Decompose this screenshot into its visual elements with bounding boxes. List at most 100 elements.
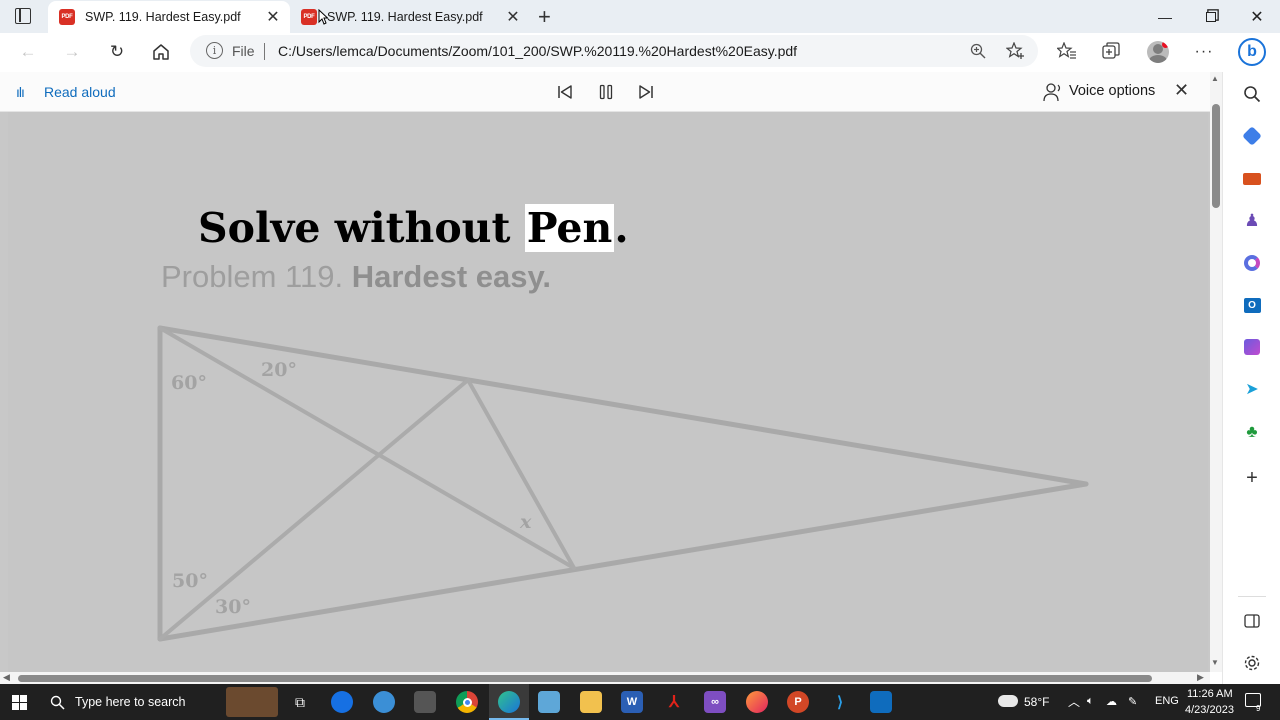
scroll-up-icon[interactable]: ▲ xyxy=(1211,74,1219,83)
vertical-scrollbar[interactable]: ▲ ▼ xyxy=(1210,72,1222,672)
zoom-icon[interactable] xyxy=(970,43,986,59)
volume-icon[interactable]: 🔈︎ xyxy=(1087,695,1094,708)
tab-strip: PDF SWP. 119. Hardest Easy.pdf ✕ PDF SWP… xyxy=(0,0,1280,33)
read-aloud-bar: ılı Read aloud Voice options ✕ xyxy=(0,72,1222,112)
angle-label-30: 30° xyxy=(215,596,251,618)
zoom-app-icon[interactable] xyxy=(331,691,353,713)
pdf-icon: PDF xyxy=(301,9,317,25)
pdf-viewport[interactable]: Solve without Pen. Problem 119. Hardest … xyxy=(0,112,1210,672)
games-icon[interactable]: ♟ xyxy=(1242,211,1262,231)
mouse-cursor-icon xyxy=(318,9,328,25)
next-paragraph-icon[interactable] xyxy=(638,84,654,100)
hide-sidebar-icon[interactable] xyxy=(1244,613,1260,629)
read-aloud-icon: ılı xyxy=(16,84,25,100)
pdf-page: Solve without Pen. Problem 119. Hardest … xyxy=(8,112,1208,672)
profile-avatar[interactable] xyxy=(1147,41,1169,63)
scroll-right-icon[interactable]: ▶ xyxy=(1197,672,1204,683)
tree-icon[interactable]: ♣ xyxy=(1242,422,1262,442)
voice-options-icon[interactable] xyxy=(1043,82,1063,102)
onedrive-icon[interactable]: ☁︎ xyxy=(1106,695,1117,708)
address-bar[interactable]: i File C:/Users/lemca/Documents/Zoom/101… xyxy=(190,35,1038,67)
angle-label-60: 60° xyxy=(171,372,207,394)
taskbar-search[interactable]: Type here to search xyxy=(42,684,218,720)
notification-count: 9 xyxy=(1256,704,1261,713)
search-icon[interactable] xyxy=(1243,85,1261,103)
restore-button[interactable] xyxy=(1188,0,1234,33)
microsoft-365-icon[interactable] xyxy=(1242,253,1262,273)
pen-icon[interactable]: ✎ xyxy=(1128,695,1137,708)
segment-inner xyxy=(466,378,576,570)
tab-title: SWP. 119. Hardest Easy.pdf xyxy=(327,10,483,24)
chrome-icon[interactable] xyxy=(456,691,478,713)
clock-date[interactable]: 4/23/2023 xyxy=(1185,704,1234,716)
bing-chat-icon[interactable]: b xyxy=(1238,38,1266,66)
scroll-left-icon[interactable]: ◀ xyxy=(3,672,10,683)
minimize-button[interactable]: — xyxy=(1142,0,1188,33)
notepad-icon[interactable] xyxy=(538,691,560,713)
whiteboard-icon[interactable] xyxy=(870,691,892,713)
scroll-thumb[interactable] xyxy=(1212,104,1220,208)
shopping-tag-icon[interactable] xyxy=(1242,126,1262,146)
vscode-icon[interactable]: ⟩ xyxy=(829,691,851,713)
forward-icon[interactable]: → xyxy=(59,39,85,65)
windows-taskbar: Type here to search ⧉ W ⅄ ∞ P ⟩ 58°F ︿ 🔈… xyxy=(0,684,1280,720)
designer-icon[interactable] xyxy=(1242,337,1262,357)
word-icon[interactable]: W xyxy=(621,691,643,713)
firefox-icon[interactable] xyxy=(746,691,768,713)
tab-active[interactable]: PDF SWP. 119. Hardest Easy.pdf ✕ xyxy=(48,1,290,33)
angle-label-20: 20° xyxy=(261,359,297,381)
edge-icon[interactable] xyxy=(498,691,520,713)
language-indicator[interactable]: ENG xyxy=(1155,695,1179,707)
snipping-tool-icon[interactable] xyxy=(414,691,436,713)
scroll-down-icon[interactable]: ▼ xyxy=(1211,658,1219,667)
more-options-icon[interactable]: ··· xyxy=(1191,39,1217,65)
read-aloud-label[interactable]: Read aloud xyxy=(44,84,116,100)
previous-paragraph-icon[interactable] xyxy=(557,84,573,100)
close-tab-icon[interactable]: ✕ xyxy=(264,8,282,26)
url-text[interactable]: C:/Users/lemca/Documents/Zoom/101_200/SW… xyxy=(278,43,797,59)
horizontal-scrollbar[interactable]: ◀ ▶ xyxy=(0,672,1210,684)
pdf-icon: PDF xyxy=(59,9,75,25)
settings-gear-icon[interactable] xyxy=(1243,654,1261,672)
acrobat-icon[interactable]: ⅄ xyxy=(663,691,685,713)
refresh-icon[interactable]: ↻ xyxy=(104,39,130,65)
divider xyxy=(1238,596,1266,597)
file-explorer-icon[interactable] xyxy=(580,691,602,713)
outlook-icon[interactable]: O xyxy=(1242,295,1262,315)
weather-icon[interactable] xyxy=(998,695,1018,707)
task-view-icon[interactable]: ⧉ xyxy=(289,691,311,713)
site-info-icon[interactable]: i xyxy=(206,42,223,59)
new-tab-button[interactable]: + xyxy=(538,4,551,30)
pause-icon[interactable] xyxy=(598,84,614,100)
segment-bottom xyxy=(157,481,1089,642)
voice-options-label[interactable]: Voice options xyxy=(1069,83,1155,99)
address-toolbar: ← → ↻ i File C:/Users/lemca/Documents/Zo… xyxy=(0,33,1280,70)
segment-top xyxy=(157,325,1089,487)
close-read-aloud-icon[interactable]: ✕ xyxy=(1174,80,1189,101)
scheme-label: File xyxy=(232,43,255,59)
geometry-diagram: 60° 20° 50° 30° x xyxy=(157,325,1089,642)
angle-label-50: 50° xyxy=(172,570,208,592)
tab-actions-icon[interactable] xyxy=(15,8,31,24)
show-hidden-icons[interactable]: ︿ xyxy=(1068,693,1080,710)
close-tab-icon[interactable]: ✕ xyxy=(504,8,522,26)
search-highlight-icon[interactable] xyxy=(226,687,278,717)
weather-temperature[interactable]: 58°F xyxy=(1024,695,1049,709)
paint-app-icon[interactable] xyxy=(373,691,395,713)
search-icon xyxy=(50,695,65,710)
close-window-button[interactable]: ✕ xyxy=(1234,0,1280,33)
windows-start-icon[interactable] xyxy=(12,695,27,710)
tools-icon[interactable] xyxy=(1242,169,1262,189)
add-icon[interactable]: + xyxy=(1242,467,1262,489)
home-icon[interactable] xyxy=(152,43,170,61)
clock-time[interactable]: 11:26 AM xyxy=(1187,688,1233,700)
add-favorite-icon[interactable] xyxy=(1006,42,1026,60)
scroll-thumb[interactable] xyxy=(18,675,1152,682)
favorites-icon[interactable] xyxy=(1057,42,1077,60)
angle-label-x: x xyxy=(519,511,532,533)
collections-icon[interactable] xyxy=(1102,42,1120,60)
visual-studio-icon[interactable]: ∞ xyxy=(704,691,726,713)
back-icon[interactable]: ← xyxy=(15,39,41,65)
powerpoint-icon[interactable]: P xyxy=(787,691,809,713)
send-icon[interactable]: ➤ xyxy=(1242,379,1262,399)
